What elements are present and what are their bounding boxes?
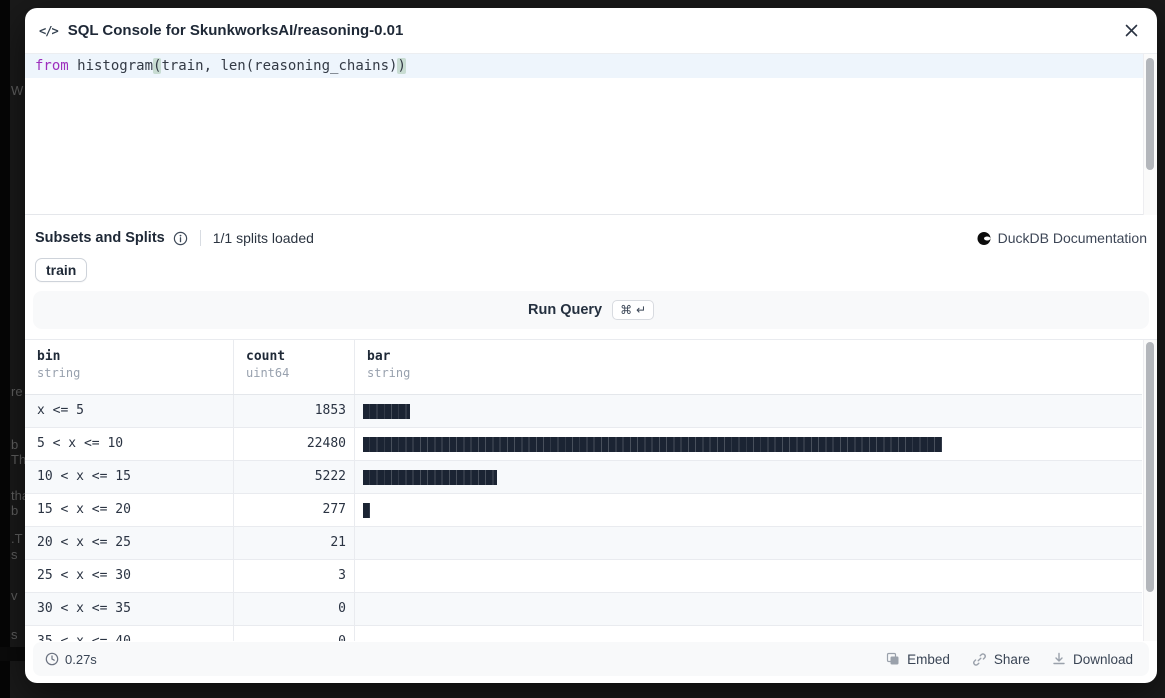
background-text-fragment: Th [11,452,26,467]
divider [200,230,201,246]
background-strip [0,0,10,698]
column-header-count: count uint64 [234,340,355,394]
bar-cell [355,494,1142,526]
bin-cell: 5 < x <= 10 [25,428,234,460]
editor-active-line: from histogram(train, len(reasoning_chai… [25,54,1157,78]
table-row: 30 < x <= 350 [25,593,1142,626]
results-table: bin string count uint64 bar string x <= … [25,339,1157,641]
table-row: 20 < x <= 2521 [25,527,1142,560]
bin-cell: 25 < x <= 30 [25,560,234,592]
query-duration: 0.27s [45,652,97,667]
count-cell: 3 [234,560,355,592]
count-cell: 0 [234,593,355,625]
clock-icon [45,652,59,666]
table-row: 35 < x <= 400 [25,626,1142,641]
bin-cell: 20 < x <= 25 [25,527,234,559]
download-button[interactable]: Download [1052,652,1133,667]
bar-cell [355,527,1142,559]
table-scrollbar[interactable] [1143,340,1157,641]
sql-editor[interactable]: from histogram(train, len(reasoning_chai… [25,54,1157,215]
column-header-bar: bar string [355,340,1142,394]
table-row: 5 < x <= 1022480 [25,428,1142,461]
close-icon [1124,23,1139,38]
sql-open-paren: ( [153,58,161,74]
sql-keyword: from [35,58,69,74]
run-query-label: Run Query [528,302,602,318]
modal-title: SQL Console for SkunkworksAI/reasoning-0… [68,22,404,39]
bin-cell: x <= 5 [25,395,234,427]
table-row: 25 < x <= 303 [25,560,1142,593]
count-cell: 1853 [234,395,355,427]
background-text-fragment: s [11,627,18,642]
histogram-bar [363,503,370,518]
editor-scrollbar-thumb[interactable] [1146,58,1154,170]
background-text-fragment: v [11,588,18,603]
histogram-bar [363,470,497,485]
splits-loaded-text: 1/1 splits loaded [213,230,314,246]
bin-cell: 35 < x <= 40 [25,626,234,641]
modal-footer: 0.27s Embed Share [33,642,1149,676]
code-icon: </> [39,24,58,38]
screen: WrebThthab.Tsvs </> SQL Console for Skun… [0,0,1165,698]
histogram-bar [363,404,410,419]
splits-list: train [35,258,1147,282]
table-scrollbar-thumb[interactable] [1146,342,1154,592]
embed-button[interactable]: Embed [886,652,950,667]
background-text-fragment: b [11,503,18,518]
table-header: bin string count uint64 bar string [25,340,1142,395]
bar-cell [355,626,1142,641]
count-cell: 5222 [234,461,355,493]
sql-args: train, len(reasoning_chains) [161,58,397,74]
modal-header: </> SQL Console for SkunkworksAI/reasoni… [25,8,1157,54]
background-text-fragment: re [11,384,23,399]
background-text-fragment: b [11,437,18,452]
histogram-bar [363,437,942,452]
bar-cell [355,395,1142,427]
subsets-section: Subsets and Splits 1/1 splits loaded [25,215,1157,282]
background-text-fragment: s [11,547,18,562]
count-cell: 22480 [234,428,355,460]
column-header-bin: bin string [25,340,234,394]
keyboard-shortcut-badge: ⌘ ↵ [612,300,654,320]
duckdb-logo-icon [977,231,992,246]
bin-cell: 30 < x <= 35 [25,593,234,625]
close-button[interactable] [1119,19,1143,43]
sql-close-paren: ) [397,58,405,74]
bin-cell: 15 < x <= 20 [25,494,234,526]
bar-cell [355,428,1142,460]
download-icon [1052,652,1066,666]
table-row: x <= 51853 [25,395,1142,428]
duckdb-documentation-link[interactable]: DuckDB Documentation [977,230,1147,246]
run-query-button[interactable]: Run Query ⌘ ↵ [33,291,1149,329]
background-band [0,647,25,661]
sql-text: histogram [69,58,153,74]
count-cell: 277 [234,494,355,526]
share-button[interactable]: Share [972,652,1030,667]
embed-icon [886,652,900,666]
split-badge-train[interactable]: train [35,258,87,282]
bar-cell [355,461,1142,493]
editor-scrollbar[interactable] [1143,54,1157,215]
count-cell: 0 [234,626,355,641]
table-row: 15 < x <= 20277 [25,494,1142,527]
bar-cell [355,593,1142,625]
subsets-title: Subsets and Splits [35,230,165,246]
bin-cell: 10 < x <= 15 [25,461,234,493]
table-body: x <= 518535 < x <= 102248010 < x <= 1552… [25,395,1157,641]
bar-cell [355,560,1142,592]
sql-console-modal: </> SQL Console for SkunkworksAI/reasoni… [25,8,1157,683]
table-row: 10 < x <= 155222 [25,461,1142,494]
info-icon[interactable] [173,231,188,246]
link-icon [972,652,987,667]
background-text-fragment: .T [11,531,23,546]
count-cell: 21 [234,527,355,559]
background-text-fragment: W [11,83,23,98]
